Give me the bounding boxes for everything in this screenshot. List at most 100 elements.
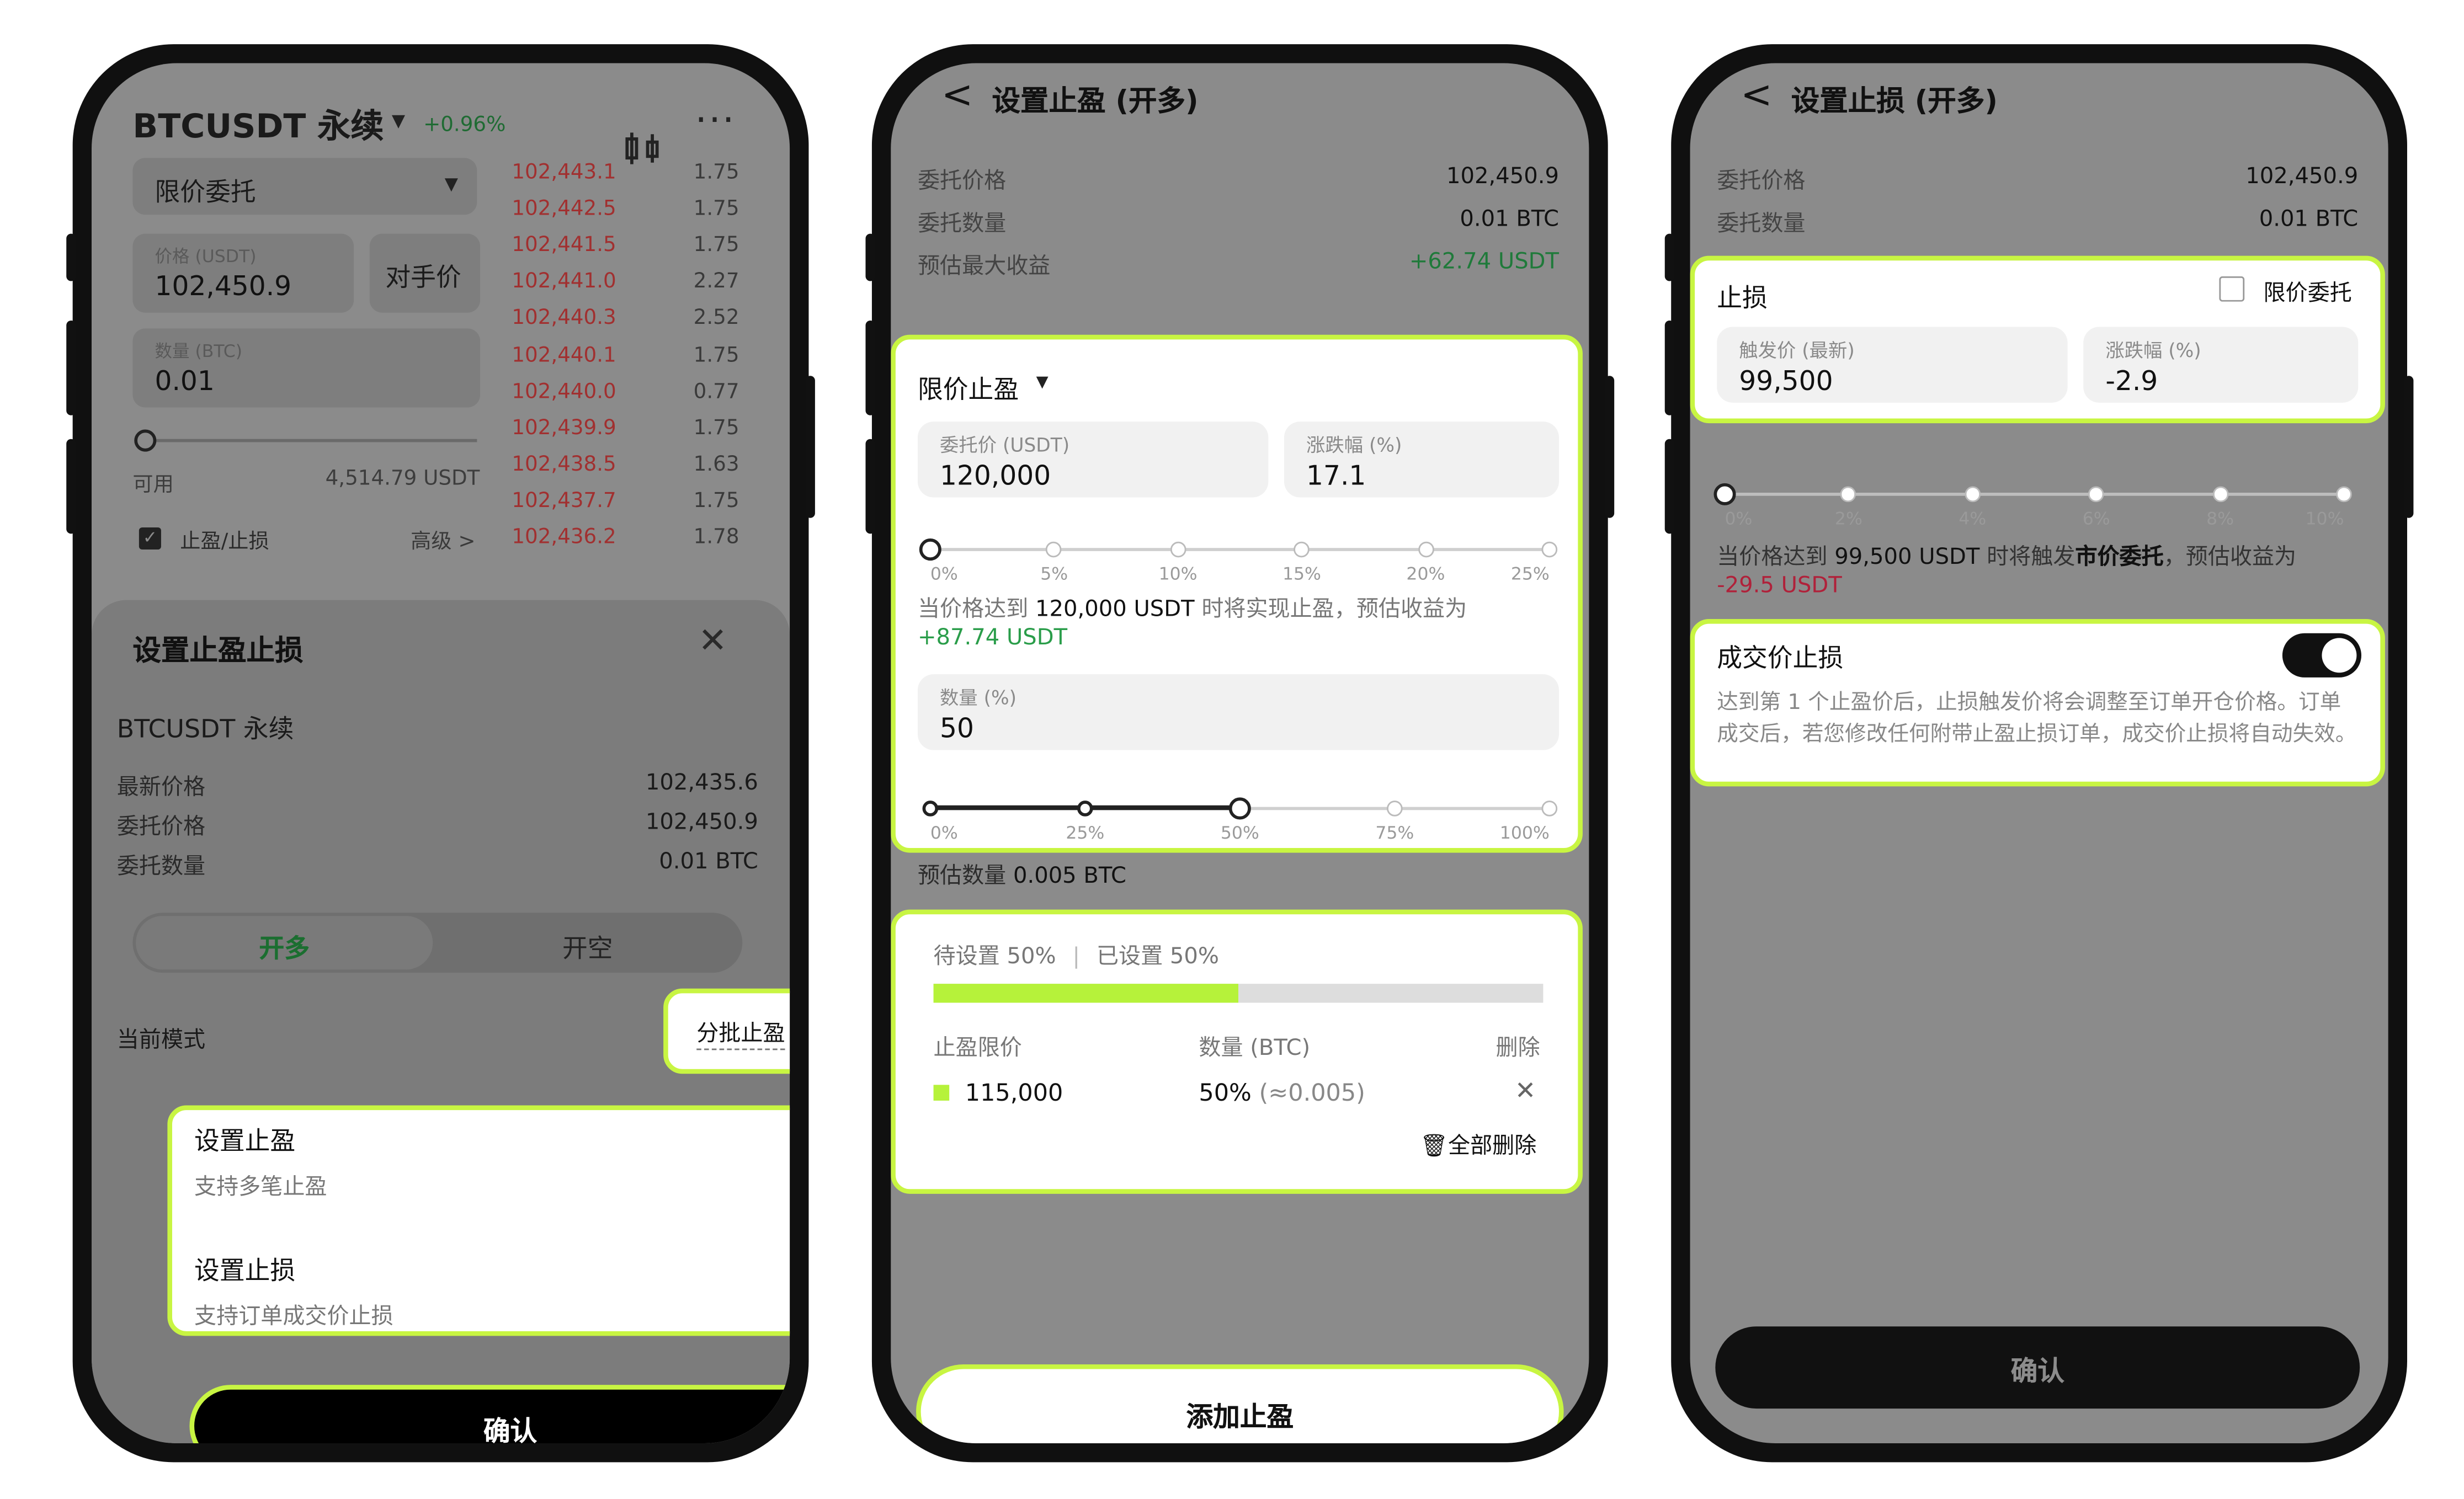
slider-tick-label: 4% [1959,508,1987,529]
slider-tick-label: 8% [2206,508,2234,529]
fill-price-sl-card: 成交价止损 达到第 1 个止盈价后，止损触发价将会调整至订单开仓价格。订单成交后… [1690,618,2385,787]
info-label: 委托价格 [116,814,206,840]
slider-stop[interactable] [922,801,939,817]
change-percent-input[interactable]: 涨跌幅 (%) 17.1 [1284,422,1559,498]
chevron-down-icon[interactable]: ▼ [392,110,405,131]
slider-tick-label: 0% [930,823,958,844]
slider-track[interactable] [930,548,1550,551]
fill-sl-title: 成交价止损 [1717,642,1844,673]
slider-stop[interactable] [1418,541,1434,558]
price-percent-slider[interactable]: 0% 5% 10% 15% 20% 25% [919,538,1558,586]
col-header-qty: 数量 (BTC) [1199,1036,1311,1061]
slider-tick-label: 25% [1510,563,1550,585]
set-tp-row[interactable]: 设置止盈 支持多笔止盈 › [172,1110,790,1220]
close-icon[interactable]: ✕ [698,622,727,662]
info-label: 委托数量 [116,854,206,880]
slider-stop[interactable] [1046,541,1062,558]
delete-all-button[interactable]: 🗑全部删除 [1420,1129,1536,1160]
order-info-rows: 委托价格 102,450.9 委托数量 0.01 BTC [1717,164,2358,253]
quantity-percent-input[interactable]: 数量 (%) 50 [917,674,1559,750]
slider-handle[interactable] [1228,797,1251,820]
orderbook-qty: 1.75 [693,161,739,185]
trash-icon: 🗑 [1420,1134,1449,1159]
checkbox-checked-icon[interactable]: ✓ [139,527,161,550]
orderbook: 102,443.1 1.75 102,442.5 1.75 102,441.5 1.75 1… [512,161,748,603]
delete-icon[interactable]: ✕ [1515,1075,1536,1105]
slider-stop[interactable] [2336,486,2352,503]
price-input[interactable]: 价格 (USDT) 102,450.9 [132,233,354,313]
available-value: 4,514.79 USDT [325,467,480,492]
slider-stop[interactable] [1170,541,1186,558]
orderbook-price: 102,436.2 [512,526,616,550]
orderbook-price: 102,439.9 [512,416,616,440]
orderbook-qty: 1.75 [693,416,739,440]
fill-sl-toggle[interactable] [2282,633,2361,678]
more-icon[interactable]: ··· [695,98,736,142]
phone-1: BTCUSDT 永续 ▼ +0.96% ··· 限价委托 ▼ 价格 (USDT)… [66,44,815,1463]
slider-stop[interactable] [2088,486,2104,503]
quantity-slider[interactable]: 0% 25% 50% 75% 100% [922,797,1558,845]
orderbook-qty: 1.75 [693,234,739,258]
order-type-select[interactable]: 限价委托 ▼ [132,158,477,215]
counter-price-button[interactable]: 对手价 [369,233,481,313]
tab-short[interactable]: 开空 [562,927,613,965]
slider-tick-label: 10% [1158,563,1198,585]
slider-tick-label: 0% [930,563,958,585]
slider-tick-label: 50% [1220,823,1259,844]
slider-stop[interactable] [2212,486,2228,503]
page-title: 设置止盈 (开多) [992,85,1199,119]
info-value: 0.01 BTC [2259,206,2359,232]
slider-stop[interactable] [1964,486,1981,503]
info-label: 委托价格 [917,169,1007,195]
sheet-symbol: BTCUSDT 永续 [116,713,294,744]
slider-handle[interactable] [919,538,941,561]
slider-track[interactable] [1725,493,2344,496]
limit-order-checkbox[interactable] [2219,276,2245,302]
slider-handle[interactable] [1713,483,1736,505]
info-label: 委托数量 [917,211,1007,237]
mode-switch-button[interactable]: 分批止盈 ⇄ [663,988,790,1074]
orderbook-price: 102,440.3 [512,307,616,331]
allocation-progress [933,984,1544,1003]
orderbook-price: 102,443.1 [512,161,616,185]
tab-long[interactable]: 开多 [136,916,433,970]
slider-stop[interactable] [1077,801,1093,817]
chevron-down-icon[interactable]: ▼ [1036,374,1049,391]
orderbook-price: 102,442.5 [512,198,616,221]
slider-stop[interactable] [1840,486,1857,503]
confirm-button[interactable]: 确认 [1715,1326,2360,1409]
screen-2: < 设置止盈 (开多) 委托价格 102,450.9 委托数量 0.01 BTC 预估最… [891,63,1589,1444]
fill-sl-description: 达到第 1 个止盈价后，止损触发价将会调整至订单开仓价格。订单成交后，若您修改任… [1717,690,2357,747]
orderbook-qty: 1.63 [693,452,739,477]
candlestick-icon[interactable] [622,104,663,164]
tp-sl-label: 止盈/止损 [180,530,269,554]
advanced-link[interactable]: 高级 > [411,524,475,554]
symbol-title[interactable]: BTCUSDT 永续 [132,101,384,148]
order-price-input[interactable]: 委托价 (USDT) 120,000 [917,422,1269,498]
info-value: 102,450.9 [1446,164,1559,190]
back-arrow-icon[interactable]: < [1741,73,1773,117]
slider-stop[interactable] [1387,801,1403,817]
tp-type-select[interactable]: 限价止盈 [918,368,1019,406]
back-arrow-icon[interactable]: < [941,73,973,117]
orderbook-qty: 1.75 [693,489,739,513]
set-sl-row[interactable]: 设置止损 支持订单成交价止损 › [172,1240,790,1335]
slider-stop[interactable] [1294,541,1310,558]
order-info-rows: 委托价格 102,450.9 委托数量 0.01 BTC 预估最大收益 +62.74 US… [918,164,1559,291]
change-percent-input[interactable]: 涨跌幅 (%) -2.9 [2083,327,2359,403]
slider-stop[interactable] [1541,801,1558,817]
quantity-input[interactable]: 数量 (BTC) 0.01 [132,328,481,408]
mode-label: 当前模式 [116,1028,206,1054]
quantity-slider[interactable] [148,439,477,442]
tp-row-price: 115,000 [965,1078,1063,1107]
slider-stop[interactable] [1541,541,1558,558]
confirm-button[interactable]: 确认 [189,1385,790,1444]
info-row: 预估最大收益 +62.74 USDT [918,249,1559,281]
limit-order-label: 限价委托 [2263,281,2352,307]
slider-handle[interactable] [134,429,157,452]
trigger-price-input[interactable]: 触发价 (最新) 99,500 [1717,327,2068,403]
orderbook-price: 102,440.1 [512,343,616,367]
sl-percent-slider[interactable]: 0% 2% 4% 6% 8% 10% [1713,483,2352,531]
tp-info-text: 当价格达到 120,000 USDT 时将实现止盈，预估收益为 +87.74 U… [917,596,1467,651]
add-tp-button[interactable]: 添加止盈 [916,1364,1564,1444]
